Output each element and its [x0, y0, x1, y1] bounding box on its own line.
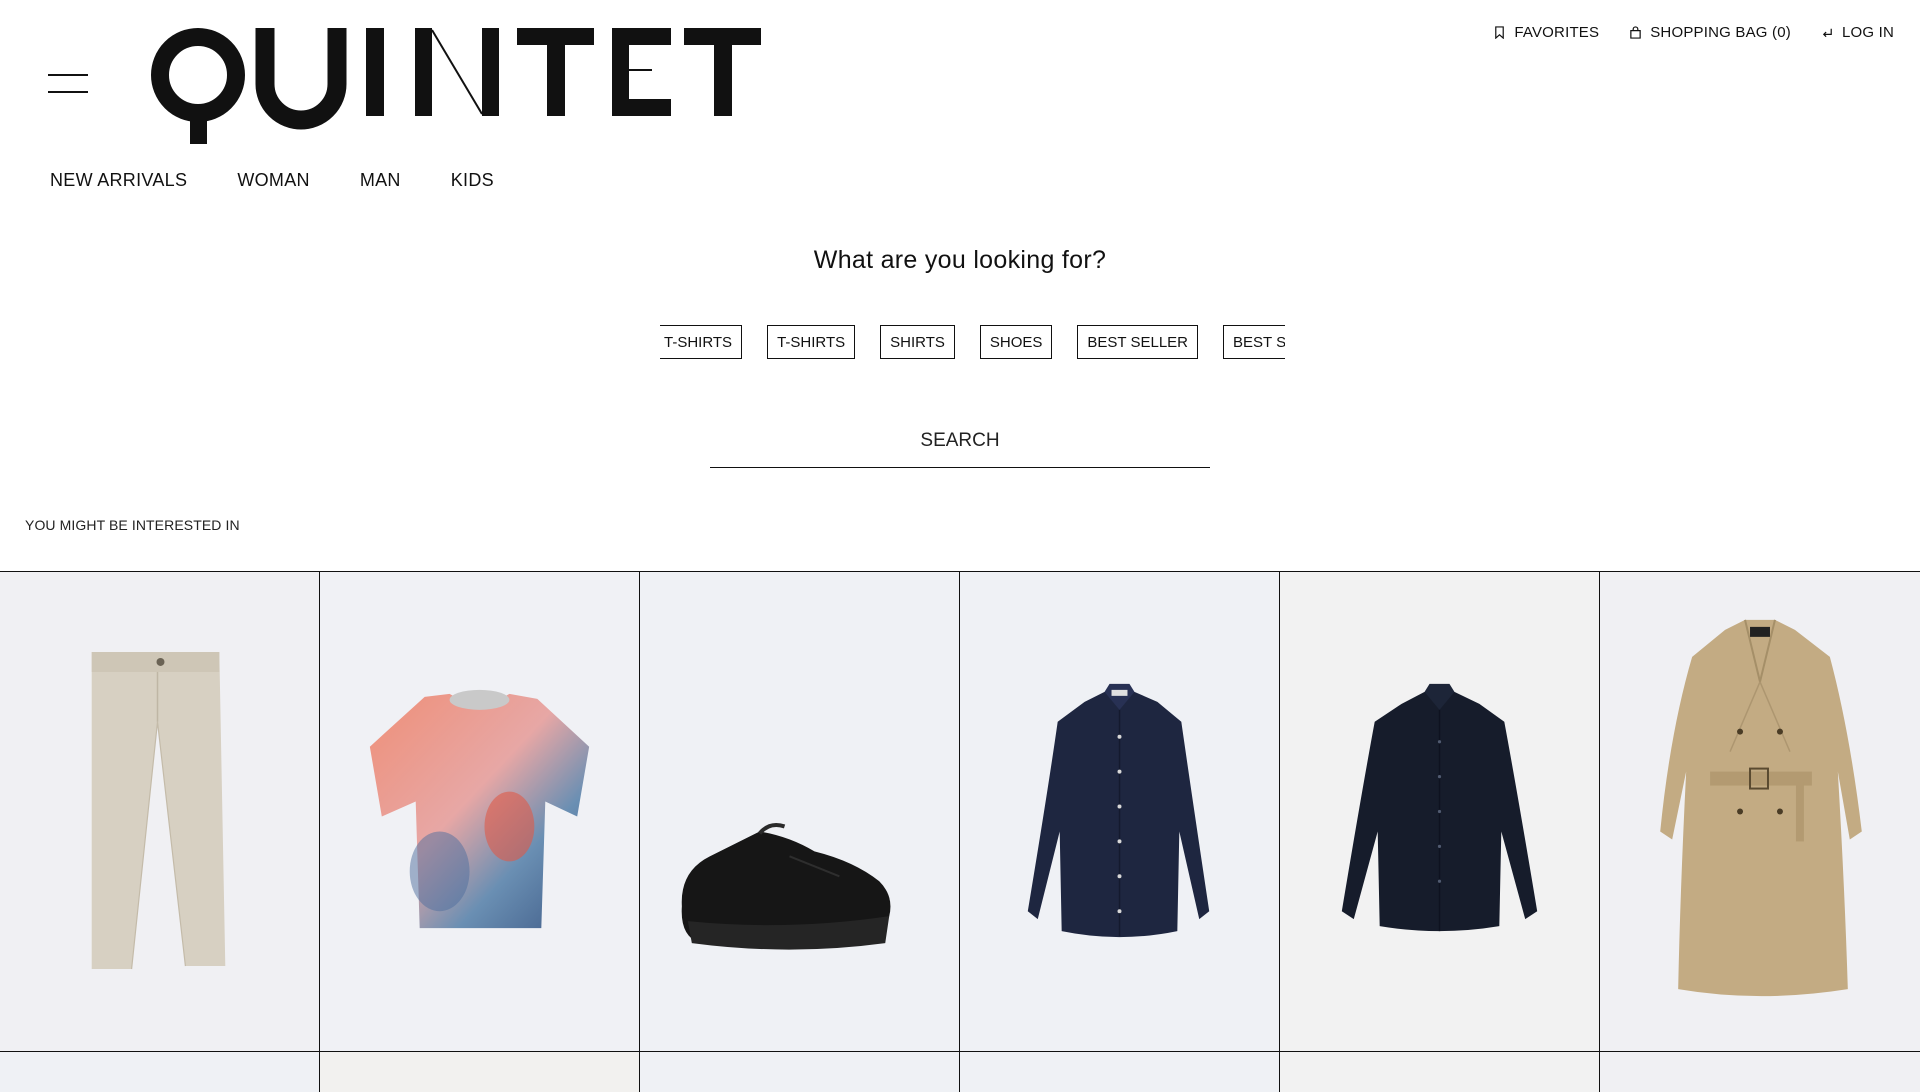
- product-card[interactable]: [1600, 572, 1920, 1052]
- bookmark-icon: [1495, 26, 1505, 39]
- product-card[interactable]: [640, 572, 960, 1052]
- nav-item-man[interactable]: MAN: [360, 170, 401, 191]
- product-card[interactable]: [0, 1052, 320, 1092]
- product-card[interactable]: [960, 572, 1280, 1052]
- tag-shoes[interactable]: SHOES: [979, 325, 1053, 359]
- product-card[interactable]: [1280, 572, 1600, 1052]
- hamburger-menu-icon[interactable]: [48, 72, 90, 96]
- recommendations-title: YOU MIGHT BE INTERESTED IN: [25, 517, 240, 533]
- favorites-label: FAVORITES: [1514, 24, 1600, 41]
- product-card[interactable]: [640, 1052, 960, 1092]
- product-card[interactable]: [0, 572, 320, 1052]
- search-input[interactable]: [710, 415, 1210, 468]
- nav-item-new-arrivals[interactable]: NEW ARRIVALS: [50, 170, 187, 191]
- nav-item-woman[interactable]: WOMAN: [237, 170, 310, 191]
- shopping-bag-link[interactable]: SHOPPING BAG (0): [1629, 24, 1791, 41]
- tag-shirts[interactable]: SHIRTS: [880, 325, 955, 359]
- product-grid-row-2: [0, 1052, 1920, 1092]
- black-sneaker-image: [681, 823, 891, 950]
- tag-best-seller[interactable]: BEST SELLER: [1077, 325, 1199, 359]
- shopping-bag-icon: [1630, 26, 1641, 39]
- quintet-logo[interactable]: [150, 22, 780, 146]
- login-label: LOG IN: [1841, 24, 1894, 41]
- product-card[interactable]: [960, 1052, 1280, 1092]
- product-card[interactable]: [320, 1052, 640, 1092]
- login-link[interactable]: LOG IN: [1821, 24, 1894, 41]
- product-grid: [0, 571, 1920, 1052]
- navy-shirt-image: [1027, 683, 1210, 938]
- product-card[interactable]: [1600, 1052, 1920, 1092]
- printed-tshirt-image: [369, 689, 590, 929]
- favorites-link[interactable]: FAVORITES: [1493, 24, 1599, 41]
- dark-navy-shirt-image: [1341, 683, 1538, 932]
- main-nav: NEW ARRIVALS WOMAN MAN KIDS: [50, 170, 494, 191]
- trench-coat-image: [1660, 619, 1862, 997]
- product-card[interactable]: [320, 572, 640, 1052]
- search-heading: What are you looking for?: [813, 246, 1107, 274]
- tag-t-shirts[interactable]: T-SHIRTS: [767, 325, 856, 359]
- tag-carousel: T-SHIRTS T-SHIRTS SHIRTS SHOES BEST SELL…: [660, 325, 1285, 363]
- tag-best-seller[interactable]: BEST SELLER: [1223, 325, 1285, 359]
- shopping-bag-label: SHOPPING BAG (0): [1650, 24, 1791, 41]
- product-card[interactable]: [1280, 1052, 1600, 1092]
- tag-t-shirts[interactable]: T-SHIRTS: [660, 325, 743, 359]
- beige-trousers-image: [91, 652, 226, 970]
- nav-item-kids[interactable]: KIDS: [451, 170, 494, 191]
- header-links: FAVORITES SHOPPING BAG (0) LOG IN: [1493, 24, 1894, 41]
- login-arrow-icon: [1822, 28, 1832, 38]
